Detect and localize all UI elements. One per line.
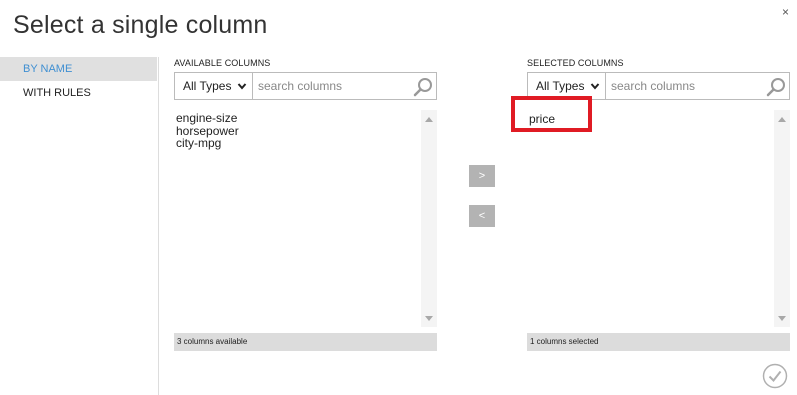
selected-scrollbar[interactable] [774, 110, 790, 327]
available-columns-list[interactable]: engine-size horsepower city-mpg [174, 110, 437, 327]
available-type-select[interactable]: All Types [175, 73, 253, 99]
selected-status: 1 columns selected [527, 333, 790, 351]
select-column-dialog: Select a single column × BY NAME WITH RU… [0, 0, 797, 395]
remove-column-button[interactable]: < [469, 205, 495, 227]
available-columns-panel: AVAILABLE COLUMNS All Types engine-size … [174, 57, 437, 351]
scroll-down-arrow-icon[interactable] [778, 316, 786, 321]
scroll-up-arrow-icon[interactable] [425, 117, 433, 122]
selected-columns-header: SELECTED COLUMNS [527, 58, 624, 68]
sidebar: BY NAME WITH RULES [0, 57, 159, 395]
list-item[interactable]: engine-size [176, 112, 435, 125]
scroll-down-arrow-icon[interactable] [425, 316, 433, 321]
list-item[interactable]: city-mpg [176, 137, 435, 150]
sidebar-item-with-rules[interactable]: WITH RULES [0, 81, 158, 105]
chevron-down-icon [238, 83, 247, 90]
available-status: 3 columns available [174, 333, 437, 351]
available-scrollbar[interactable] [421, 110, 437, 327]
search-icon[interactable] [412, 76, 434, 98]
selected-columns-list[interactable]: price [527, 110, 790, 327]
scroll-up-arrow-icon[interactable] [778, 117, 786, 122]
available-type-select-label: All Types [183, 79, 232, 93]
add-column-button[interactable]: > [469, 165, 495, 187]
dialog-title: Select a single column [13, 11, 268, 39]
available-search-box [253, 73, 436, 99]
checkmark-circle-icon[interactable] [762, 363, 788, 389]
close-icon[interactable]: × [782, 6, 789, 18]
highlight-box [511, 96, 592, 132]
selected-search-box [606, 73, 789, 99]
selected-type-select-label: All Types [536, 79, 585, 93]
available-search-input[interactable] [258, 79, 398, 93]
selected-search-input[interactable] [611, 79, 751, 93]
search-icon[interactable] [765, 76, 787, 98]
available-columns-header: AVAILABLE COLUMNS [174, 58, 271, 68]
chevron-down-icon [591, 83, 600, 90]
available-filter-row: All Types [174, 72, 437, 100]
sidebar-item-by-name[interactable]: BY NAME [0, 57, 157, 81]
